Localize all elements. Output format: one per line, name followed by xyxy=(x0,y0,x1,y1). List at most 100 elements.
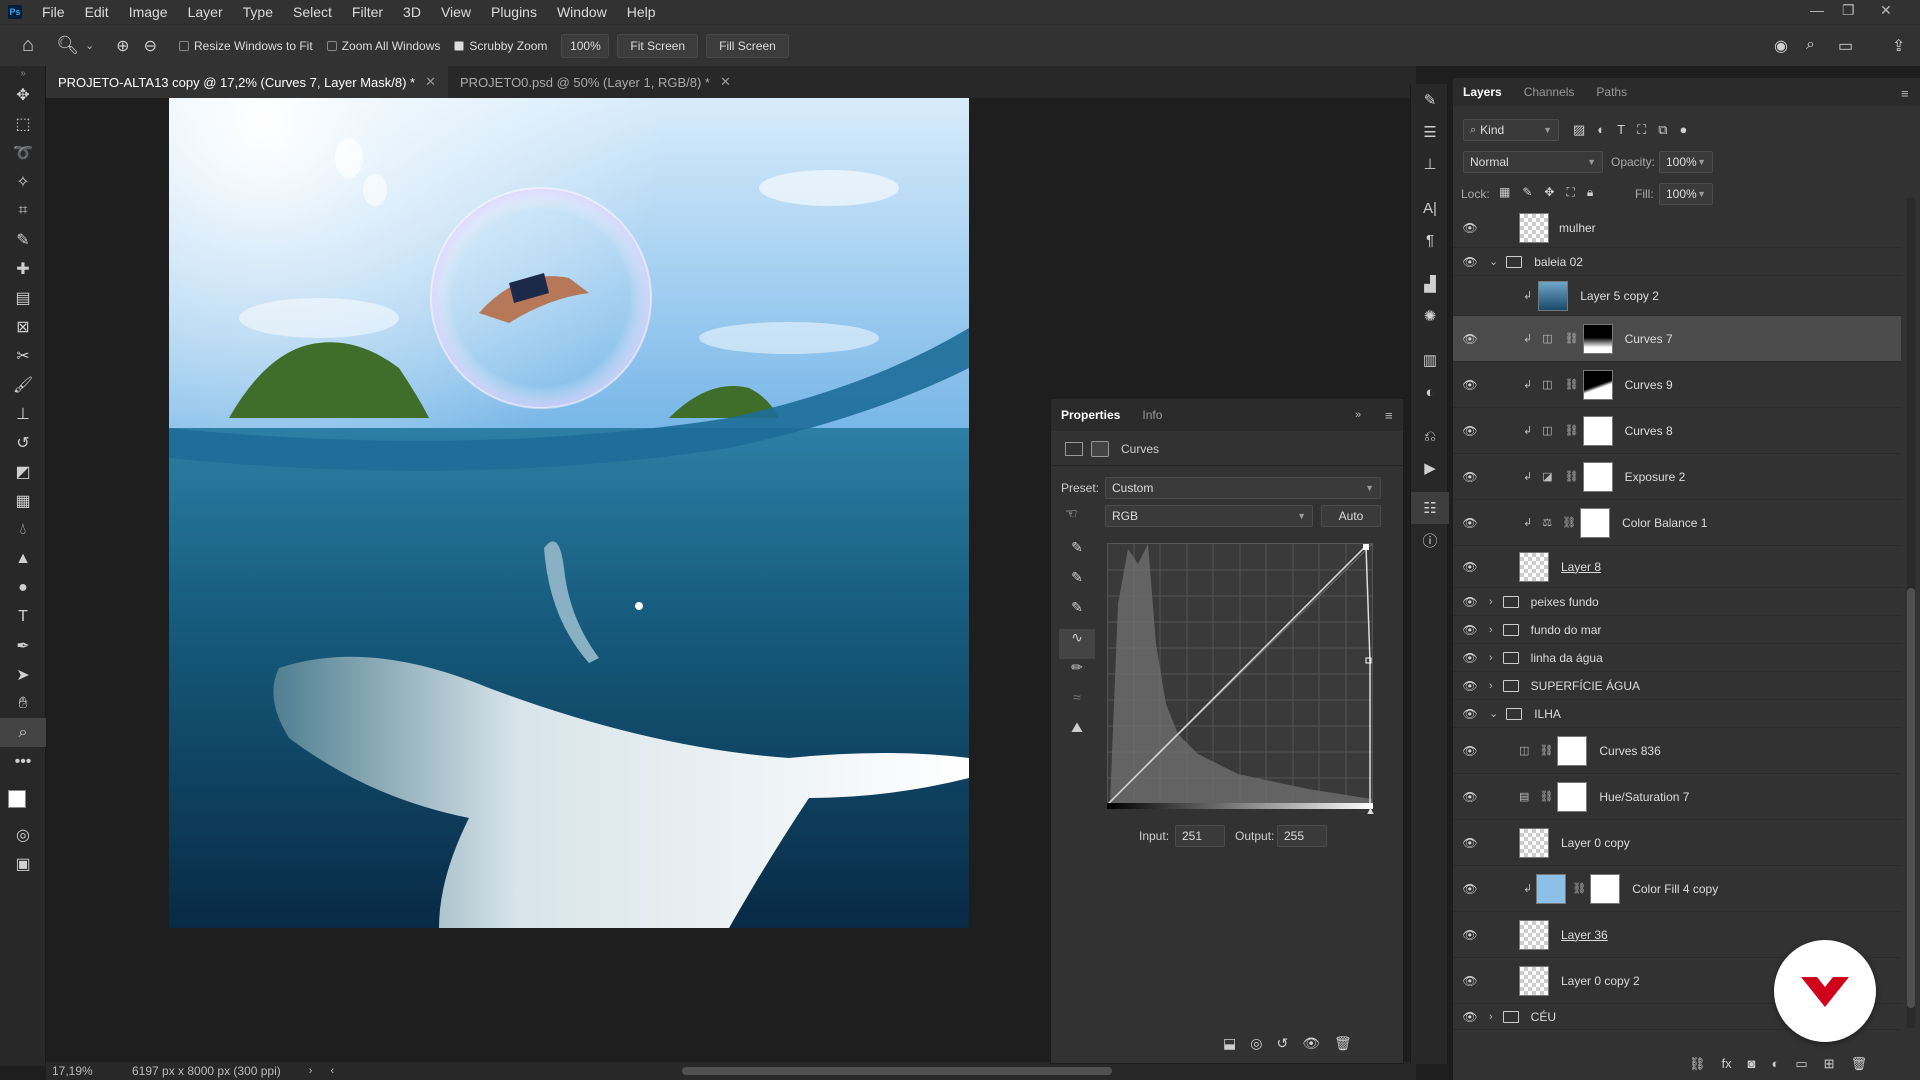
eye-icon[interactable]: 👁︎ xyxy=(1453,928,1487,942)
marquee-tool-icon[interactable]: ⬚ xyxy=(0,109,46,138)
share-icon[interactable]: ⇪ xyxy=(1892,36,1905,56)
document-canvas[interactable] xyxy=(169,98,969,928)
path-select-icon[interactable]: ➤ xyxy=(0,660,46,689)
layer-group-row[interactable]: 👁︎ › linha da água xyxy=(1453,644,1901,672)
tab-properties[interactable]: Properties xyxy=(1061,408,1120,422)
auto-button[interactable]: Auto xyxy=(1321,505,1381,527)
eye-icon[interactable]: 👁︎ xyxy=(1453,790,1487,804)
properties-panel-icon[interactable]: ☷ xyxy=(1411,492,1449,524)
eyedropper-tool-icon[interactable]: ✎ xyxy=(0,225,46,254)
layers-scrollbar-track[interactable] xyxy=(1907,198,1915,1028)
chevron-down-icon[interactable]: ⌄ xyxy=(1489,707,1498,720)
layer-mask-thumbnail[interactable] xyxy=(1582,415,1613,446)
menu-help[interactable]: Help xyxy=(617,4,666,20)
home-icon[interactable]: ⌂ xyxy=(22,34,34,57)
white-point-eyedropper-icon[interactable]: ✎ xyxy=(1059,599,1095,629)
input-value-field[interactable]: 251 xyxy=(1175,825,1225,847)
curve-point-icon[interactable]: ∿ xyxy=(1059,629,1095,659)
clone-source-icon[interactable]: ⊥ xyxy=(1411,148,1449,180)
tab-info[interactable]: Info xyxy=(1142,408,1162,422)
eye-icon[interactable]: 👁︎ xyxy=(1453,707,1487,721)
layer-row[interactable]: 👁︎ ↲ ⚖ ⛓︎ Color Balance 1 xyxy=(1453,500,1901,546)
restore-icon[interactable]: ❐ xyxy=(1842,2,1855,19)
eye-icon[interactable]: 👁︎ xyxy=(1453,1010,1487,1024)
tab-projeto0[interactable]: PROJETO0.psd @ 50% (Layer 1, RGB/8) * ✕ xyxy=(448,66,743,98)
menu-type[interactable]: Type xyxy=(233,4,283,20)
lock-artboard-icon[interactable]: ⛶ xyxy=(1566,185,1574,200)
tab-paths[interactable]: Paths xyxy=(1596,85,1627,99)
screen-mode-icon[interactable]: ▣ xyxy=(0,849,46,878)
character-icon[interactable]: A| xyxy=(1411,192,1449,224)
libraries-icon[interactable]: ▥ xyxy=(1411,344,1449,376)
layer-mask-thumbnail[interactable] xyxy=(1582,369,1613,400)
lock-image-icon[interactable]: ✎ xyxy=(1522,185,1532,200)
color-icon[interactable]: ◐ xyxy=(1411,376,1449,408)
new-layer-icon[interactable]: ⊞ xyxy=(1824,1056,1835,1072)
layer-group-row[interactable]: 👁︎ ⌄ baleia 02 xyxy=(1453,248,1901,276)
layer-row[interactable]: 👁︎ ↲ ◪ ⛓︎ Exposure 2 xyxy=(1453,454,1901,500)
type-filter-icon[interactable]: T xyxy=(1617,122,1625,138)
chevron-down-icon[interactable]: ⌄ xyxy=(85,39,94,52)
layer-mask-thumbnail[interactable] xyxy=(1580,507,1611,538)
new-group-icon[interactable]: ▭ xyxy=(1795,1056,1807,1072)
eye-icon[interactable]: 👁︎ xyxy=(1453,623,1487,637)
link-icon[interactable]: ⛓︎ xyxy=(1565,378,1579,391)
dodge-tool-icon[interactable]: ● xyxy=(0,573,46,602)
fx-icon[interactable]: fx xyxy=(1722,1056,1732,1072)
link-layers-icon[interactable]: ⛓︎ xyxy=(1689,1056,1706,1072)
blur-tool-icon[interactable]: 💧︎ xyxy=(0,515,46,544)
layer-row[interactable]: 👁︎ ▤ ⛓︎ Hue/Saturation 7 xyxy=(1453,774,1901,820)
menu-filter[interactable]: Filter xyxy=(342,4,393,20)
eye-icon[interactable]: 👁︎ xyxy=(1453,516,1487,530)
add-mask-icon[interactable]: ◙ xyxy=(1748,1056,1756,1072)
black-point-eyedropper-icon[interactable]: ✎ xyxy=(1059,539,1095,569)
eye-icon[interactable]: 👁︎ xyxy=(1453,424,1487,438)
layer-mask-thumbnail[interactable] xyxy=(1557,781,1588,812)
layer-group-row[interactable]: 👁︎ › SUPERFÍCIE ÁGUA xyxy=(1453,672,1901,700)
pen-tool-icon[interactable]: ✒ xyxy=(0,631,46,660)
view-previous-icon[interactable]: ◎ xyxy=(1250,1035,1262,1052)
zoom-out-icon[interactable]: ⊖ xyxy=(144,36,157,56)
brush-tool-icon[interactable]: 🖌︎ xyxy=(0,370,46,399)
foreground-color-swatch[interactable] xyxy=(8,790,26,808)
resize-windows-checkbox[interactable]: Resize Windows to Fit xyxy=(178,39,313,53)
panel-menu-icon[interactable]: ≡ xyxy=(1901,86,1909,101)
histogram-icon[interactable]: ▟ xyxy=(1411,268,1449,300)
link-icon[interactable]: ⛓︎ xyxy=(1539,744,1553,757)
trash-icon[interactable]: 🗑︎ xyxy=(1851,1056,1868,1072)
chevron-down-icon[interactable]: ⌄ xyxy=(1489,255,1498,268)
gradient-tool-icon[interactable]: ▦ xyxy=(0,486,46,515)
chevron-left-icon[interactable]: ‹ xyxy=(330,1065,334,1077)
curves-graph[interactable] xyxy=(1107,543,1373,805)
magic-wand-icon[interactable]: ✧ xyxy=(0,167,46,196)
gray-point-eyedropper-icon[interactable]: ✎ xyxy=(1059,569,1095,599)
link-icon[interactable]: ⛓︎ xyxy=(1565,470,1579,483)
layer-group-row[interactable]: 👁︎ ⌄ ILHA xyxy=(1453,700,1901,728)
close-icon[interactable]: ✕ xyxy=(1880,2,1892,19)
search-user-icon[interactable]: ◉ xyxy=(1774,36,1788,56)
panel-menu-icon[interactable]: ≡ xyxy=(1385,408,1393,423)
healing-tool-icon[interactable]: ✚ xyxy=(0,254,46,283)
eye-icon[interactable]: 👁︎ xyxy=(1453,595,1487,609)
layer-mask-thumbnail[interactable] xyxy=(1557,735,1588,766)
visibility-icon[interactable]: 👁︎ xyxy=(1302,1035,1320,1052)
hand-tool-icon[interactable]: ✋︎ xyxy=(0,689,46,718)
pencil-curve-icon[interactable]: ✏ xyxy=(1059,659,1095,689)
move-tool-icon[interactable]: ✥ xyxy=(0,80,46,109)
eye-icon[interactable]: 👁︎ xyxy=(1453,378,1487,392)
shape-filter-icon[interactable]: ⛶ xyxy=(1637,122,1646,138)
layers-scrollbar-thumb[interactable] xyxy=(1907,588,1915,1008)
brush-settings-icon[interactable]: ✎ xyxy=(1411,84,1449,116)
zoom-in-icon[interactable]: ⊕ xyxy=(116,36,129,56)
crop-tool-icon[interactable]: ⌗ xyxy=(0,196,46,225)
chevron-right-icon[interactable]: › xyxy=(309,1065,313,1077)
layer-row[interactable]: · ↲ Layer 5 copy 2 xyxy=(1453,276,1901,316)
layer-row[interactable]: 👁︎ Layer 8 xyxy=(1453,546,1901,588)
eye-hidden-icon[interactable]: · xyxy=(1453,289,1487,303)
layer-row[interactable]: 👁︎ ↲ ◫ ⛓︎ Curves 8 xyxy=(1453,408,1901,454)
layer-mask-icon[interactable] xyxy=(1091,441,1109,457)
tab-channels[interactable]: Channels xyxy=(1524,85,1575,99)
fit-screen-button[interactable]: Fit Screen xyxy=(617,33,699,58)
eye-icon[interactable]: 👁︎ xyxy=(1453,560,1487,574)
expand-panel-icon[interactable]: » xyxy=(1355,409,1361,421)
